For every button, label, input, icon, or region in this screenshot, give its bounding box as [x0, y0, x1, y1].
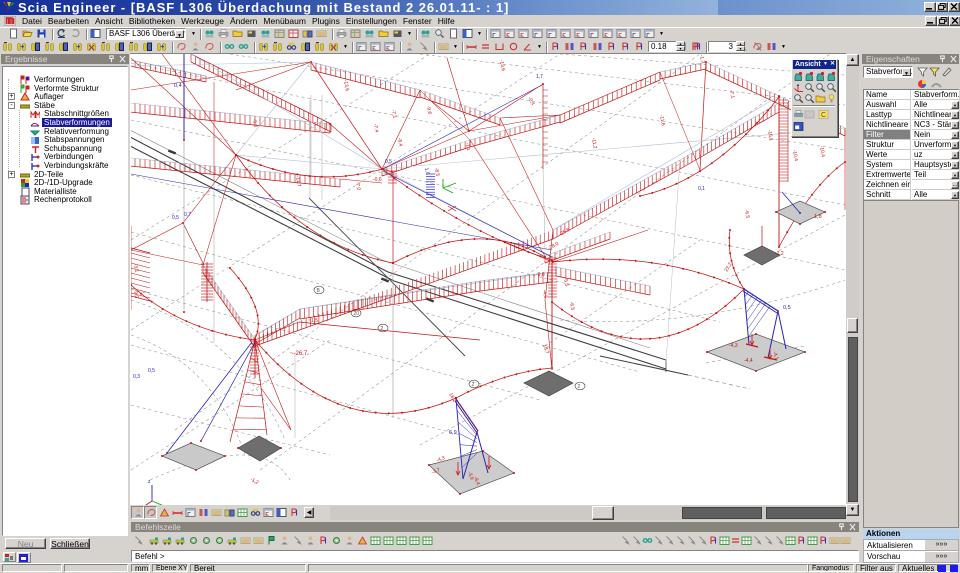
svg-text:-1,1: -1,1	[465, 142, 471, 151]
svg-text:0,5: 0,5	[172, 215, 179, 221]
svg-text:1,8: 1,8	[814, 214, 822, 220]
svg-text:-8,5: -8,5	[433, 167, 440, 177]
svg-text:-11,7: -11,7	[294, 175, 302, 187]
svg-text:-4,3: -4,3	[729, 343, 738, 349]
svg-text:1,5: 1,5	[423, 167, 430, 175]
svg-text:18,?: 18,?	[541, 344, 550, 355]
svg-text:-1,2: -1,2	[249, 477, 260, 487]
svg-text:2: 2	[472, 382, 475, 388]
svg-text:-7,0: -7,0	[354, 181, 361, 191]
svg-text:C: C	[821, 112, 826, 119]
svg-text:0,5: 0,5	[385, 159, 392, 165]
svg-text:-0,6: -0,6	[373, 177, 382, 183]
svg-text:-11,6: -11,6	[658, 114, 666, 126]
svg-text:0,4: 0,4	[174, 83, 182, 89]
svg-text:-6,5: -6,5	[568, 301, 575, 311]
svg-text:6,9: 6,9	[449, 430, 457, 436]
svg-text:-13,6: -13,6	[342, 79, 350, 91]
svg-text:-2,2: -2,2	[775, 251, 784, 257]
svg-text:2: 2	[381, 326, 384, 332]
svg-text:-28,0: -28,0	[547, 241, 560, 252]
svg-text:-0,4: -0,4	[526, 96, 536, 107]
svg-text:B: B	[317, 288, 321, 294]
svg-text:-13,6: -13,6	[498, 59, 506, 71]
svg-text:-10,4: -10,4	[818, 145, 826, 157]
svg-text:~-26,7: ~-26,7	[290, 351, 308, 357]
svg-text:0,3: 0,3	[133, 374, 140, 380]
svg-text:-9,6: -9,6	[425, 105, 432, 115]
svg-text:-4,5: -4,5	[541, 289, 548, 299]
svg-text:-7,1: -7,1	[390, 109, 397, 119]
svg-text:-4,4: -4,4	[744, 358, 753, 364]
svg-text:0,5: 0,5	[148, 368, 155, 374]
svg-text:-16,1: -16,1	[766, 129, 774, 141]
svg-text:-9,8: -9,8	[536, 272, 545, 278]
svg-text:-11,2: -11,2	[590, 137, 598, 149]
svg-text:-9,6: -9,6	[251, 118, 258, 128]
svg-text:-1,7: -1,7	[698, 54, 705, 64]
svg-text:-10,4: -10,4	[791, 149, 799, 161]
svg-text:2: 2	[578, 384, 581, 390]
svg-text:1,7: 1,7	[536, 74, 543, 80]
svg-text:-8,4: -8,4	[396, 137, 403, 147]
svg-text:-9,0: -9,0	[132, 289, 139, 299]
svg-text:~1,5: ~1,5	[308, 318, 318, 324]
svg-text:0,5: 0,5	[783, 305, 791, 311]
svg-text:0,7: 0,7	[184, 212, 191, 218]
svg-text:-6,5: -6,5	[743, 209, 750, 219]
svg-text:-7,1: -7,1	[728, 89, 735, 99]
svg-text:-3,1: -3,1	[132, 263, 139, 273]
svg-text:-7,4: -7,4	[372, 123, 379, 133]
svg-text:0,1: 0,1	[698, 186, 705, 192]
svg-text:20: 20	[354, 311, 360, 317]
svg-text:-5,5: -5,5	[562, 277, 569, 287]
